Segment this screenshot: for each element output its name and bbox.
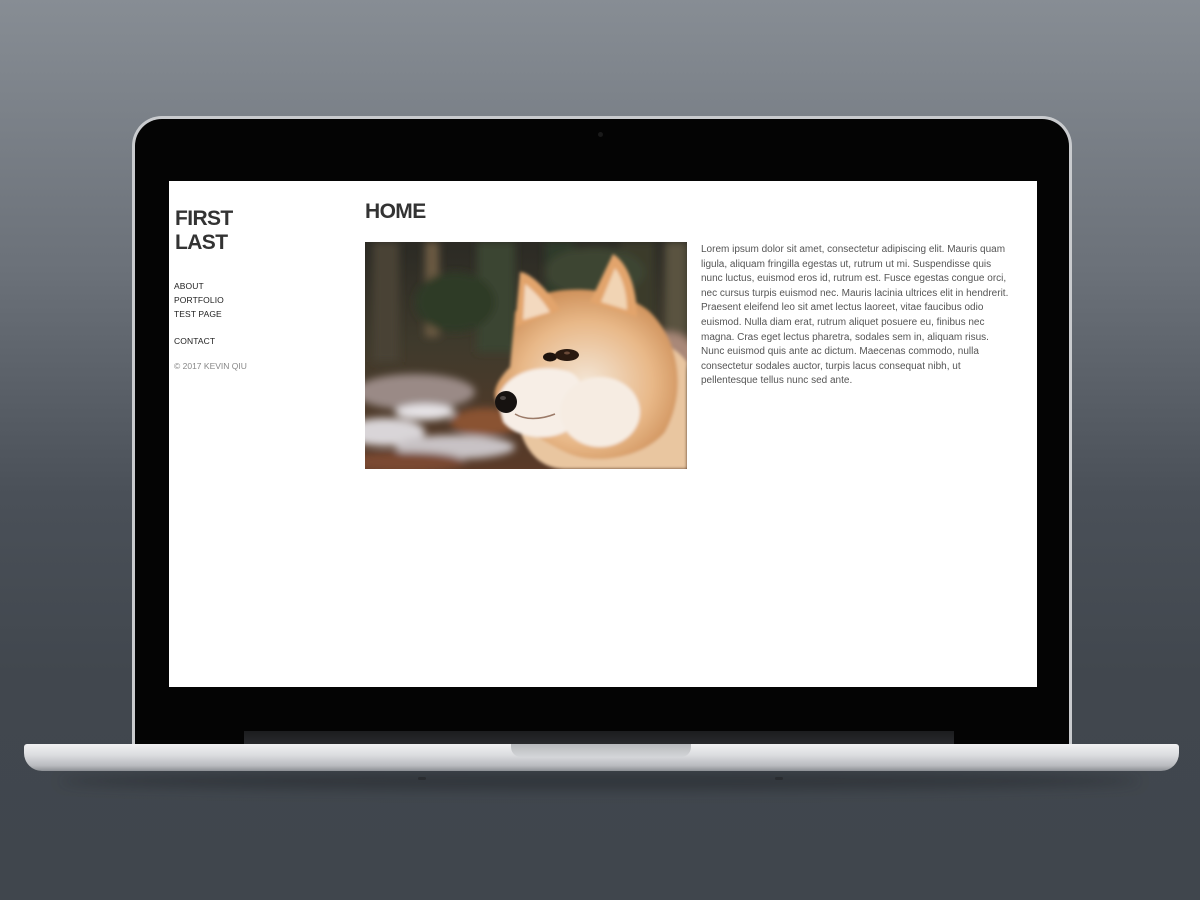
laptop-screen: FIRST LAST ABOUT PORTFOLIO TEST PAGE CON…	[169, 181, 1037, 687]
nav-link-contact[interactable]: CONTACT	[174, 334, 324, 348]
logo-line-last: LAST	[175, 231, 228, 254]
site-nav: ABOUT PORTFOLIO TEST PAGE CONTACT	[174, 279, 324, 348]
laptop-foot	[418, 777, 426, 780]
laptop-foot	[775, 777, 783, 780]
laptop-notch	[511, 744, 691, 757]
main-content: HOME Lorem ipsum dolor sit amet, consect…	[365, 199, 1015, 472]
camera-icon	[598, 132, 603, 137]
content-row: Lorem ipsum dolor sit amet, consectetur …	[365, 242, 1015, 472]
copyright-text: © 2017 KEVIN QIU	[174, 361, 247, 371]
logo-line-first: FIRST	[175, 207, 233, 230]
laptop-hinge	[244, 731, 954, 745]
nav-link-test-page[interactable]: TEST PAGE	[174, 307, 324, 321]
site-sidebar: FIRST LAST ABOUT PORTFOLIO TEST PAGE CON…	[174, 207, 324, 372]
laptop-shadow	[60, 772, 1140, 790]
dog-photo	[365, 242, 687, 469]
nav-link-about[interactable]: ABOUT	[174, 279, 324, 293]
site-logo[interactable]: FIRST LAST	[175, 207, 324, 255]
body-paragraph: Lorem ipsum dolor sit amet, consectetur …	[701, 244, 1009, 387]
page-title: HOME	[365, 200, 426, 223]
nav-link-portfolio[interactable]: PORTFOLIO	[174, 293, 324, 307]
